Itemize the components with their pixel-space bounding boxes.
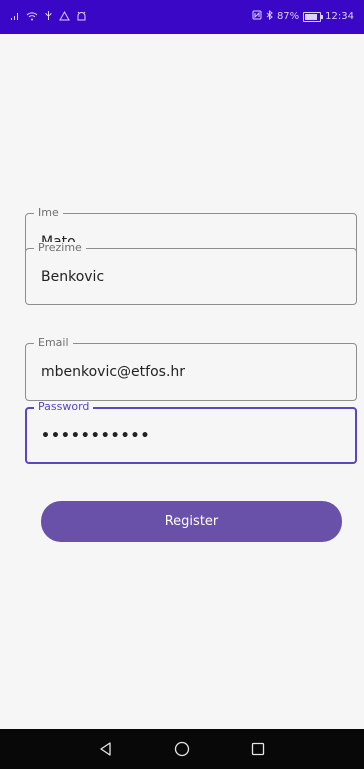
- nfc-icon: [252, 10, 262, 23]
- recents-icon[interactable]: [246, 737, 270, 761]
- navigation-bar: [0, 729, 364, 769]
- signal-icon: [10, 11, 20, 24]
- password-field[interactable]: Password •••••••••••: [25, 401, 357, 464]
- battery-icon: [303, 11, 324, 22]
- battery-percent: 87%: [276, 11, 300, 22]
- email-field[interactable]: Email mbenkovic@etfos.hr: [25, 337, 357, 401]
- usb-icon: [44, 10, 53, 24]
- register-button[interactable]: Register: [41, 501, 342, 542]
- back-icon[interactable]: [94, 737, 118, 761]
- email-label: Email: [34, 337, 73, 349]
- password-label: Password: [34, 401, 94, 413]
- wifi-icon: [26, 11, 38, 24]
- status-right-icons: 87% 12:34: [252, 9, 354, 23]
- prezime-label: Prezime: [34, 242, 86, 254]
- android-icon: [76, 11, 87, 24]
- home-icon[interactable]: [170, 737, 194, 761]
- password-value[interactable]: •••••••••••: [41, 428, 150, 444]
- status-bar: 87% 12:34: [0, 0, 364, 34]
- prezime-field[interactable]: Prezime Benkovic: [25, 242, 357, 305]
- bluetooth-icon: [266, 9, 273, 23]
- status-left-icons: [10, 10, 87, 24]
- prezime-value[interactable]: Benkovic: [41, 269, 104, 285]
- email-value[interactable]: mbenkovic@etfos.hr: [41, 364, 185, 380]
- warning-icon: [59, 10, 70, 24]
- status-time: 12:34: [325, 11, 354, 22]
- ime-label: Ime: [34, 207, 63, 219]
